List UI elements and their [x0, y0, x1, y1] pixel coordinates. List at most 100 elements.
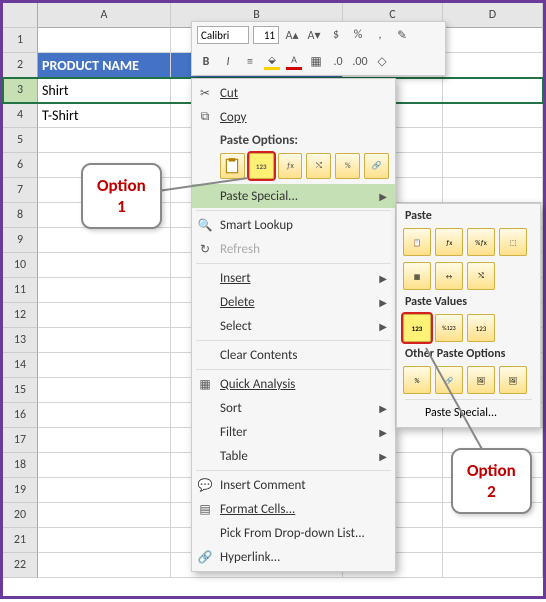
cell[interactable]	[38, 503, 171, 528]
row-header[interactable]: 7	[3, 178, 38, 203]
menu-paste-special[interactable]: Paste Special...▶	[192, 184, 395, 208]
borders-icon[interactable]: ▦	[307, 53, 325, 71]
cell[interactable]	[443, 553, 543, 578]
paste-all-icon[interactable]: 📋	[403, 228, 431, 256]
row-header[interactable]: 4	[3, 103, 38, 128]
row-header[interactable]: 14	[3, 353, 38, 378]
decrease-decimal-icon[interactable]: .0	[329, 53, 347, 71]
row-header[interactable]: 2	[3, 53, 38, 78]
menu-hyperlink[interactable]: 🔗Hyperlink...	[192, 545, 395, 569]
row-header[interactable]: 9	[3, 228, 38, 253]
cell[interactable]	[38, 353, 171, 378]
cell-A4[interactable]: T-Shirt	[38, 103, 171, 128]
paste-formulas-icon[interactable]: ƒx	[278, 153, 303, 179]
paste-formulas-icon[interactable]: ƒx	[435, 228, 463, 256]
row-header[interactable]: 6	[3, 153, 38, 178]
cell[interactable]	[443, 153, 543, 178]
row-header[interactable]: 21	[3, 528, 38, 553]
col-header-D[interactable]: D	[443, 3, 543, 28]
cell[interactable]	[38, 328, 171, 353]
cell[interactable]	[38, 528, 171, 553]
cell[interactable]	[443, 78, 543, 103]
submenu-paste-special[interactable]: Paste Special...	[401, 402, 536, 424]
cell-A2[interactable]: PRODUCT NAME	[38, 53, 171, 78]
row-header[interactable]: 12	[3, 303, 38, 328]
row-header[interactable]: 18	[3, 453, 38, 478]
menu-quick-analysis[interactable]: ▦Quick Analysis	[192, 372, 395, 396]
menu-smart-lookup[interactable]: 🔍Smart Lookup	[192, 213, 395, 237]
font-color-icon[interactable]: A	[285, 53, 303, 71]
row-header[interactable]: 5	[3, 128, 38, 153]
row-header[interactable]: 8	[3, 203, 38, 228]
menu-format-cells[interactable]: ▤Format Cells...	[192, 497, 395, 521]
paste-all-icon[interactable]	[220, 153, 245, 179]
paste-no-borders-icon[interactable]: ▦	[403, 262, 431, 290]
cell[interactable]	[443, 53, 543, 78]
paste-values-number-fmt-icon[interactable]: %123	[435, 314, 463, 342]
row-header[interactable]: 20	[3, 503, 38, 528]
cell-A3[interactable]: Shirt	[38, 78, 171, 103]
font-name-combo[interactable]: Calibri	[197, 26, 249, 44]
cell[interactable]	[38, 128, 171, 153]
row-header[interactable]: 16	[3, 403, 38, 428]
row-header[interactable]: 10	[3, 253, 38, 278]
paste-values-src-fmt-icon[interactable]: 123	[467, 314, 495, 342]
paste-values-icon[interactable]: 123	[249, 153, 274, 179]
cell[interactable]	[38, 253, 171, 278]
cell[interactable]	[443, 103, 543, 128]
menu-table[interactable]: Table▶	[192, 444, 395, 468]
paste-linked-picture-icon[interactable]: 🖼	[499, 366, 527, 394]
cell[interactable]	[38, 378, 171, 403]
paste-picture-icon[interactable]: 🖼	[467, 366, 495, 394]
paste-transpose-icon[interactable]: ⤭	[467, 262, 495, 290]
menu-copy[interactable]: ⧉Copy	[192, 105, 395, 129]
currency-icon[interactable]: $	[327, 26, 345, 44]
paste-formatting-icon[interactable]: %	[335, 153, 360, 179]
comma-icon[interactable]: ,	[371, 26, 389, 44]
paste-formulas-fmt-icon[interactable]: %ƒx	[467, 228, 495, 256]
paste-formatting-icon[interactable]: %	[403, 366, 431, 394]
cell[interactable]	[38, 553, 171, 578]
paste-keep-src-icon[interactable]: ⬚	[499, 228, 527, 256]
menu-insert[interactable]: Insert▶	[192, 266, 395, 290]
bold-button[interactable]: B	[197, 53, 215, 71]
row-header[interactable]: 19	[3, 478, 38, 503]
cell[interactable]	[38, 428, 171, 453]
paste-link-icon[interactable]: 🔗	[364, 153, 389, 179]
increase-font-icon[interactable]: A▴	[283, 26, 301, 44]
row-header[interactable]: 22	[3, 553, 38, 578]
paste-values-icon[interactable]: 123	[403, 314, 431, 342]
menu-filter[interactable]: Filter▶	[192, 420, 395, 444]
row-header[interactable]: 13	[3, 328, 38, 353]
cell[interactable]	[38, 28, 171, 53]
align-button[interactable]: ≡	[241, 53, 259, 71]
paste-col-width-icon[interactable]: ↔	[435, 262, 463, 290]
cell[interactable]	[38, 278, 171, 303]
cell[interactable]	[38, 228, 171, 253]
row-header[interactable]: 3	[3, 78, 38, 103]
row-header[interactable]: 15	[3, 378, 38, 403]
cell[interactable]	[38, 478, 171, 503]
increase-decimal-icon[interactable]: .00	[351, 53, 369, 71]
menu-delete[interactable]: Delete▶	[192, 290, 395, 314]
decrease-font-icon[interactable]: A▾	[305, 26, 323, 44]
cell[interactable]	[38, 453, 171, 478]
menu-pick-from-list[interactable]: Pick From Drop-down List...	[192, 521, 395, 545]
clear-format-icon[interactable]: ◇	[373, 53, 391, 71]
select-all-corner[interactable]	[3, 3, 38, 28]
format-painter-icon[interactable]: ✎	[393, 26, 411, 44]
cell[interactable]	[443, 28, 543, 53]
cell[interactable]	[38, 303, 171, 328]
cell[interactable]	[443, 528, 543, 553]
percent-icon[interactable]: %	[349, 26, 367, 44]
paste-transpose-icon[interactable]: ⤭	[306, 153, 331, 179]
cell[interactable]	[443, 178, 543, 203]
cell[interactable]	[38, 403, 171, 428]
fill-color-icon[interactable]: ⬙	[263, 53, 281, 71]
cell[interactable]	[443, 128, 543, 153]
font-size-combo[interactable]: 11	[253, 26, 279, 44]
col-header-A[interactable]: A	[38, 3, 171, 28]
menu-clear-contents[interactable]: Clear Contents	[192, 343, 395, 367]
menu-sort[interactable]: Sort▶	[192, 396, 395, 420]
row-header[interactable]: 17	[3, 428, 38, 453]
